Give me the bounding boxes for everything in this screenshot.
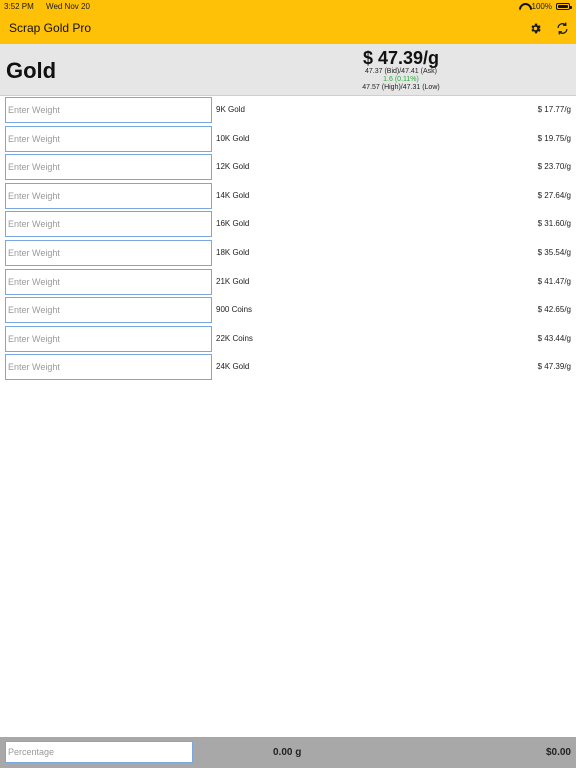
top-bar: 3:52 PM Wed Nov 20 100% Scrap Gold Pro [0,0,576,44]
metal-name: Gold [6,58,57,83]
weight-input-22k-coins[interactable] [5,325,212,352]
karat-label: 12K Gold [216,162,250,172]
karat-label: 18K Gold [216,247,250,257]
gear-icon [530,23,541,33]
karat-price: $ 42.65/g [537,305,571,315]
karat-price: $ 23.70/g [537,162,571,172]
karat-row: 12K Gold $ 23.70/g [0,153,576,182]
weight-input-21k[interactable] [5,268,212,295]
total-value: $0.00 [545,747,571,758]
weight-input-9k[interactable] [5,97,212,123]
karat-label: 900 Coins [216,305,253,315]
karat-row: 18K Gold $ 35.54/g [0,239,576,268]
high-low: 47.57 (High)/47.31 (Low) [362,84,440,91]
karat-row: 22K Coins $ 43.44/g [0,325,576,354]
battery-percent: 100% [531,2,552,11]
karat-row: 900 Coins $ 42.65/g [0,296,576,325]
status-left: 3:52 PM Wed Nov 20 [4,2,100,11]
karat-price: $ 19.75/g [537,133,571,143]
karat-price: $ 35.54/g [537,247,571,257]
total-weight: 0.00 g [273,747,302,758]
nav-bar: Scrap Gold Pro [0,12,576,44]
karat-label: 22K Coins [216,333,253,343]
karat-price: $ 43.44/g [537,333,571,343]
status-bar: 3:52 PM Wed Nov 20 100% [0,0,576,12]
karat-row: 21K Gold $ 41.47/g [0,268,576,297]
karat-row: 24K Gold $ 47.39/g [0,353,576,382]
weight-input-10k[interactable] [5,125,212,152]
karat-row: 10K Gold $ 19.75/g [0,125,576,154]
weight-input-12k[interactable] [5,154,212,181]
battery-icon [556,3,572,10]
karat-list: 9K Gold $ 17.77/g 10K Gold $ 19.75/g 12K… [0,96,576,382]
app-title: Scrap Gold Pro [9,21,92,35]
percentage-input[interactable] [5,741,193,763]
karat-price: $ 27.64/g [537,190,571,200]
karat-label: 24K Gold [216,362,250,372]
karat-label: 9K Gold [216,105,245,114]
bottom-bar: 0.00 g $0.00 [0,737,576,768]
karat-price: $ 17.77/g [537,105,571,114]
karat-price: $ 31.60/g [537,219,571,229]
app-window: 3:52 PM Wed Nov 20 100% Scrap Gold Pro G… [0,0,576,768]
weight-input-24k[interactable] [5,354,212,381]
weight-input-16k[interactable] [5,211,212,238]
weight-input-14k[interactable] [5,182,212,209]
karat-label: 21K Gold [216,276,250,286]
refresh-button[interactable] [554,20,570,36]
karat-label: 14K Gold [216,190,250,200]
bid-ask: 47.37 (Bid)/47.41 (Ask) [365,68,437,75]
price-change: 1.6 (0.11%) [383,76,419,83]
weight-input-900-coins[interactable] [5,297,212,324]
status-right: 100% [519,2,572,11]
weight-input-18k[interactable] [5,239,212,266]
refresh-icon [557,21,567,35]
karat-row: 14K Gold $ 27.64/g [0,182,576,211]
wifi-icon [519,3,528,10]
status-date: Wed Nov 20 [46,2,90,11]
spot-price: $ 47.39/g [362,48,440,68]
status-time: 3:52 PM [4,2,34,11]
karat-row: 9K Gold $ 17.77/g [0,96,576,125]
settings-button[interactable] [527,20,543,36]
karat-price: $ 47.39/g [537,362,571,372]
karat-label: 16K Gold [216,219,250,229]
karat-price: $ 41.47/g [537,276,571,286]
karat-label: 10K Gold [216,133,250,143]
price-header: Gold $ 47.39/g 47.37 (Bid)/47.41 (Ask) 1… [0,44,576,96]
karat-row: 16K Gold $ 31.60/g [0,210,576,239]
price-block: $ 47.39/g 47.37 (Bid)/47.41 (Ask) 1.6 (0… [326,48,476,92]
